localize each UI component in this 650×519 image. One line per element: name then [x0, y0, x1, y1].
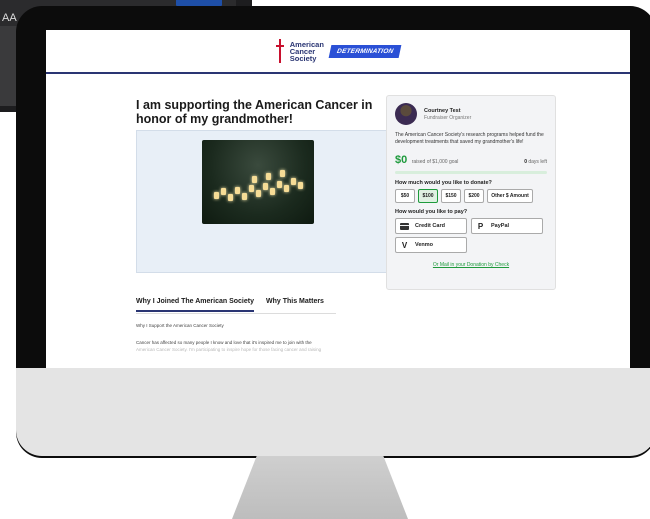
stage: AA American Cancer Society DETERMINATION…: [0, 0, 650, 519]
pay-question: How would you like to pay?: [395, 209, 468, 215]
organizer-name: Courtney Test: [424, 107, 461, 114]
page-title: I am supporting the American Cancer in h…: [136, 98, 373, 126]
luminaria-light: [298, 182, 303, 189]
mail-in-link[interactable]: Or Mail in your Donation by Check: [395, 262, 547, 268]
amount-question: How much would you like to donate?: [395, 180, 492, 186]
luminaria-light: [249, 185, 254, 192]
raised-goal: raised of $1,000 goal: [411, 159, 459, 165]
luminaria-light: [252, 176, 257, 183]
venmo-icon: V: [401, 240, 408, 250]
story-tabs: Why I Joined The American Society Why Th…: [136, 298, 336, 312]
fundraiser-page: American Cancer Society DETERMINATION I …: [46, 30, 630, 368]
background-text: AA: [2, 12, 17, 24]
luminaria-light: [284, 185, 289, 192]
progress-bar: [395, 171, 547, 174]
payment-row-2: V Venmo: [395, 237, 547, 253]
credit-card-icon: [400, 222, 409, 230]
payment-row-1: Credit Card P PayPal: [395, 218, 547, 234]
venmo-button[interactable]: V Venmo: [395, 237, 467, 253]
tab-why-i-joined[interactable]: Why I Joined The American Society: [136, 298, 254, 312]
determination-badge: DETERMINATION: [328, 44, 402, 58]
luminaria-light: [270, 188, 275, 195]
acs-logo[interactable]: American Cancer Society: [289, 40, 324, 63]
determination-label: DETERMINATION: [336, 47, 394, 55]
amount-button[interactable]: $200: [464, 189, 484, 203]
logo-line: Society: [289, 53, 317, 63]
amount-button[interactable]: $50: [395, 189, 415, 203]
luminaria-light: [214, 192, 219, 199]
donation-card: Courtney Test Fundraiser Organizer The A…: [386, 95, 556, 290]
paypal-icon: P: [477, 221, 484, 231]
hero-panel: [136, 130, 388, 273]
monitor-stand: [232, 456, 408, 519]
avatar: [395, 103, 417, 125]
tab-divider: [136, 313, 336, 314]
organizer-story: The American Cancer Society's research p…: [395, 132, 544, 145]
luminaria-light: [266, 173, 271, 180]
luminaria-photo: [202, 140, 314, 224]
luminaria-light: [291, 178, 296, 185]
fundraising-stats: $0 raised of $1,000 goal 0 days left: [395, 150, 547, 168]
luminaria-light: [235, 187, 240, 194]
credit-card-label: Credit Card: [415, 223, 445, 229]
organizer-info: Courtney Test Fundraiser Organizer: [424, 108, 471, 121]
organizer: Courtney Test Fundraiser Organizer: [395, 103, 547, 125]
luminaria-light: [228, 194, 233, 201]
venmo-label: Venmo: [415, 242, 434, 248]
raised-block: $0 raised of $1,000 goal: [395, 150, 458, 168]
organizer-role: Fundraiser Organizer: [424, 114, 472, 121]
luminaria-light: [256, 190, 261, 197]
amount-button-selected[interactable]: $100: [418, 189, 438, 203]
paypal-label: PayPal: [491, 223, 510, 229]
monitor-chin: [16, 368, 650, 456]
paypal-button[interactable]: P PayPal: [471, 218, 543, 234]
days-label: days left: [528, 159, 547, 165]
tab-why-this-matters[interactable]: Why This Matters: [266, 298, 324, 312]
luminaria-light: [263, 183, 268, 190]
days-value: 0: [524, 159, 527, 165]
luminaria-light: [277, 181, 282, 188]
story-heading: Why I Support the American Cancer Societ…: [136, 323, 224, 328]
other-amount-button[interactable]: Other $ Amount: [487, 189, 533, 203]
amount-button[interactable]: $150: [441, 189, 461, 203]
days-left: 0 days left: [524, 159, 547, 165]
story-text: Cancer has affected so many people I kno…: [136, 339, 336, 353]
credit-card-button[interactable]: Credit Card: [395, 218, 467, 234]
luminaria-light: [221, 188, 226, 195]
luminaria-light: [242, 193, 247, 200]
amount-options: $50 $100 $150 $200 Other $ Amount: [395, 189, 547, 203]
luminaria-light: [280, 170, 285, 177]
story-line-faded: American Cancer Society. I'm participati…: [136, 347, 322, 352]
acs-sword-icon: [275, 39, 284, 63]
raised-amount: $0: [395, 154, 408, 166]
story-line: Cancer has affected so many people I kno…: [136, 340, 312, 345]
site-header: American Cancer Society DETERMINATION: [46, 30, 630, 74]
